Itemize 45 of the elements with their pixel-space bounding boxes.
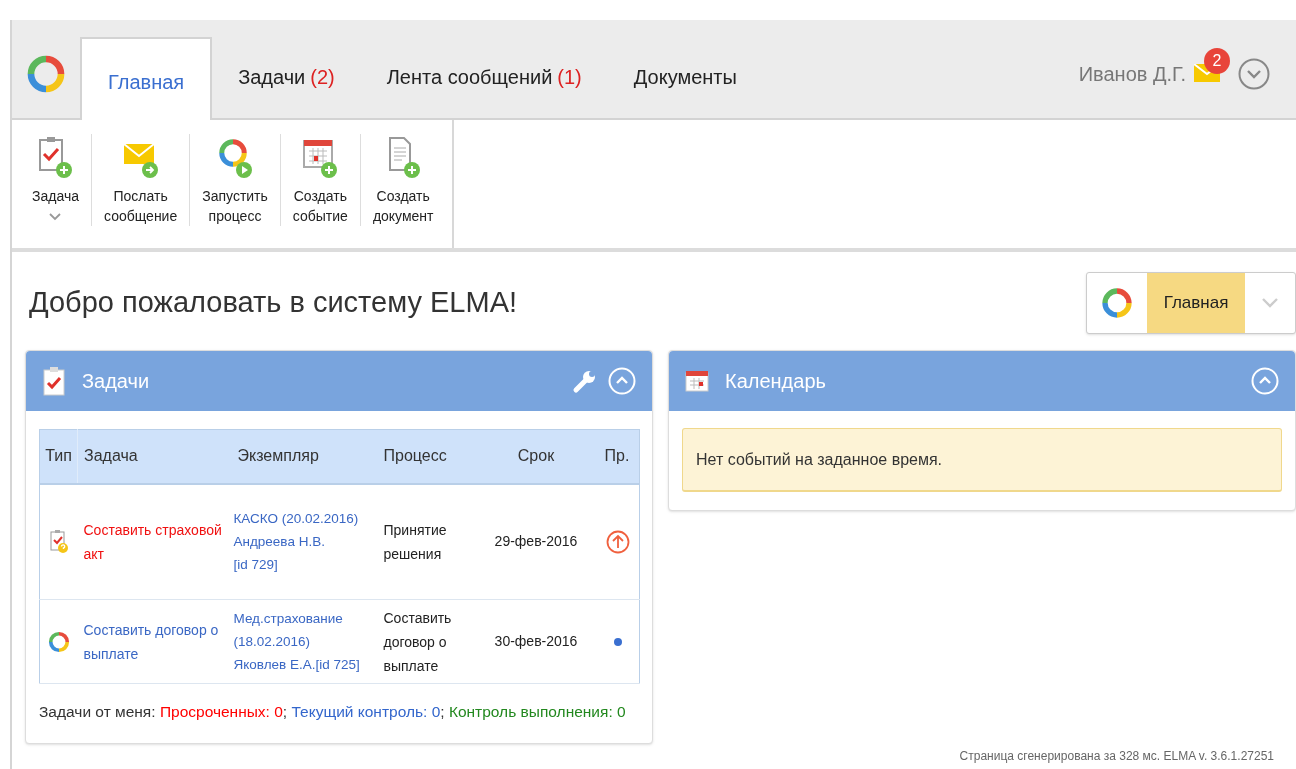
footer-text: Страница сгенерирована за 328 мс. ELMA v. 3.6.1.27251 [959, 748, 1274, 765]
table-cell: Принятие решения [383, 521, 447, 562]
table-cell: 30-фев-2016 [494, 633, 578, 649]
summary-text: Задачи от меня: Просроченных: 0; Текущий контроль: 0; Контроль выполнения: 0 [39, 702, 627, 722]
clipboard-check-icon [42, 366, 66, 396]
toolbar-button[interactable]: Запустить процесс [190, 134, 281, 226]
toolbar-button[interactable]: Послать сообщение [92, 134, 191, 226]
task-link[interactable]: Составить договор о выплате [83, 617, 226, 666]
nav-tab[interactable]: Лента сообщений (1) [360, 35, 608, 118]
caret-icon[interactable] [48, 212, 63, 222]
table-cell: Составить договор о выплате [383, 609, 452, 674]
column-header[interactable]: Тип [39, 429, 78, 484]
toolbar-button[interactable]: Создать событие [280, 134, 361, 226]
panel-title: Календарь [725, 369, 827, 394]
collapse-icon[interactable] [608, 367, 636, 395]
wrench-icon[interactable] [572, 368, 598, 394]
nav-tab[interactable]: Документы [607, 35, 763, 118]
column-header[interactable]: Пр. [596, 429, 640, 484]
column-header[interactable]: Экземпляр [229, 429, 376, 484]
column-header[interactable]: Срок [475, 429, 597, 484]
page-title: Добро пожаловать в систему ELMA! [29, 285, 519, 321]
page-switcher-label: Главная [1147, 273, 1245, 333]
toolbar-button[interactable]: Задача [20, 134, 92, 226]
caret-icon[interactable] [1261, 297, 1279, 309]
instance-link[interactable]: КАСКО (20.02.2016) Андреева Н.В. [id 729] [233, 507, 376, 577]
panel-title: Задачи [82, 369, 151, 394]
column-header[interactable]: Задача [77, 429, 230, 484]
process-icon [47, 630, 70, 653]
task-question-icon [48, 528, 69, 555]
unread-count-badge: 2 [1204, 48, 1230, 74]
instance-link[interactable]: Мед.страхование (18.02.2016) Яковлев Е.А.[id 725] [233, 607, 376, 676]
user-menu-chevron-icon[interactable] [1238, 58, 1270, 90]
table-cell: 29-фев-2016 [494, 533, 578, 550]
user-name[interactable]: Иванов Д.Г. [1078, 59, 1186, 89]
calendar-icon [685, 370, 709, 392]
logo-icon [1101, 287, 1133, 319]
task-link[interactable]: Составить страховой акт [83, 517, 226, 566]
nav-tab[interactable]: Задачи (2) [212, 35, 361, 118]
column-header[interactable]: Процесс [375, 429, 476, 484]
toolbar-button[interactable]: Создать документ [360, 134, 446, 226]
page-switcher[interactable]: Главная [1086, 272, 1296, 334]
collapse-icon[interactable] [1251, 367, 1279, 395]
nav-tab[interactable]: Главная [80, 37, 213, 120]
empty-message: Нет событий на заданное время. [682, 428, 1282, 492]
logo-icon [26, 54, 66, 94]
